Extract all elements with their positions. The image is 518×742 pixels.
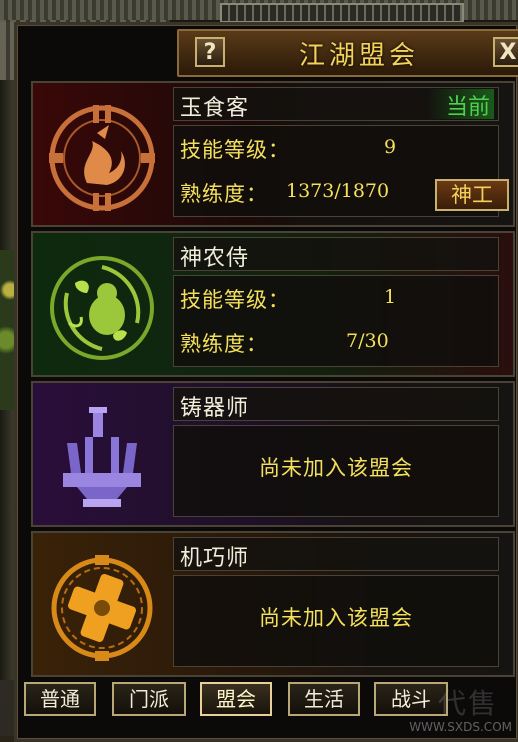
help-icon: ? (203, 39, 217, 65)
guild-card-yushike: 玉食客 当前 技能等级： 9 熟练度： 1373/1870 神工 (31, 81, 515, 227)
not-joined-text: 尚未加入该盟会 (259, 606, 413, 630)
skill-level-value: 1 (384, 286, 397, 308)
skill-level-value: 9 (384, 136, 397, 158)
proficiency-label: 熟练度： (180, 332, 268, 356)
proficiency-label: 熟练度： (180, 182, 268, 206)
shengong-button[interactable]: 神工 (435, 179, 509, 211)
tab-zhandou[interactable]: 战斗 (374, 682, 448, 716)
guild-info-box: 技能等级： 1 熟练度： 7/30 (173, 275, 499, 367)
guild-panel: ? 江湖盟会 X 玉食客 当前 技能等级： 9 熟练度： 1373/1870 神… (14, 22, 518, 742)
window-title: 江湖盟会 (298, 41, 419, 71)
tab-putong[interactable]: 普通 (24, 682, 96, 716)
tab-menghui[interactable]: 盟会 (200, 682, 272, 716)
status-badge: 当前 (426, 89, 494, 120)
guild-name-box: 铸器师 (173, 387, 499, 421)
guild-name: 铸器师 (180, 396, 250, 421)
close-button[interactable]: X (493, 37, 518, 67)
watermark-logo: 代售 (437, 687, 498, 720)
help-button[interactable]: ? (195, 37, 225, 67)
gear-cross-emblem-icon (51, 555, 153, 661)
gourd-vine-emblem-icon (50, 256, 154, 360)
close-icon: X (499, 39, 517, 65)
tab-shenghuo[interactable]: 生活 (288, 682, 360, 716)
title-bar: ? 江湖盟会 X (177, 29, 518, 77)
tab-menpai[interactable]: 门派 (112, 682, 186, 716)
guild-name: 神农侍 (180, 246, 250, 271)
guild-name: 机巧师 (180, 546, 250, 571)
skill-level-label: 技能等级： (180, 288, 290, 312)
skill-level-label: 技能等级： (180, 138, 290, 162)
not-joined-text: 尚未加入该盟会 (259, 456, 413, 480)
watermark-site: WWW.SXDS.COM (409, 720, 512, 734)
guild-info-box: 尚未加入该盟会 (173, 575, 499, 667)
guild-name-box: 神农侍 (173, 237, 499, 271)
proficiency-value: 7/30 (346, 330, 389, 352)
guild-card-jiqiaoshi: 机巧师 尚未加入该盟会 (31, 531, 515, 677)
guild-name: 玉食客 (180, 96, 250, 121)
proficiency-value: 1373/1870 (286, 180, 390, 202)
guild-info-box: 尚未加入该盟会 (173, 425, 499, 517)
guild-name-box: 机巧师 (173, 537, 499, 571)
forge-anvil-emblem-icon (63, 407, 141, 507)
guild-card-zhuqishi: 铸器师 尚未加入该盟会 (31, 381, 515, 527)
decorative-pattern-strip (220, 3, 464, 23)
guild-name-box: 玉食客 当前 (173, 87, 499, 121)
dragon-ring-emblem-icon (49, 105, 155, 211)
guild-card-shennongshi: 神农侍 技能等级： 1 熟练度： 7/30 (31, 231, 515, 377)
